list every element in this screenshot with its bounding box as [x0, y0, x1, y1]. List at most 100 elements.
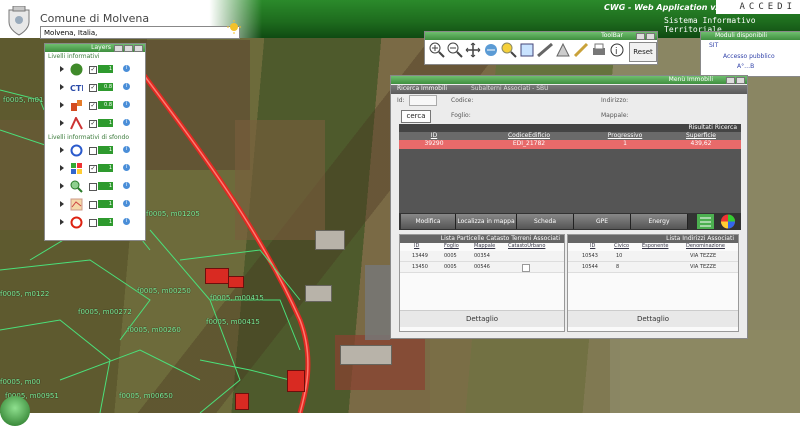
layer-checkbox[interactable]: ✓ [89, 165, 97, 173]
restore-icon[interactable] [124, 45, 133, 52]
globe-icon[interactable] [0, 396, 30, 426]
search-button[interactable]: cerca [401, 110, 431, 123]
col-superficie[interactable]: Superficie [661, 132, 741, 140]
col-id[interactable]: ID [399, 132, 469, 140]
expand-icon[interactable] [60, 66, 64, 72]
close-icon[interactable] [736, 77, 745, 84]
pencil-icon[interactable] [573, 42, 589, 58]
spreadsheet-icon[interactable] [695, 213, 717, 230]
col-mappale[interactable]: Mappale [474, 243, 495, 249]
opacity-value[interactable]: 1 [98, 200, 113, 208]
opacity-value[interactable]: 1 [98, 119, 113, 127]
login-button[interactable]: ACCEDI [716, 0, 800, 14]
layer-row[interactable]: 1i [45, 142, 145, 160]
tab-subalterni[interactable]: Subalterni Associati - SBU [471, 85, 549, 92]
col-catasto-urbano[interactable]: CatastoUrbano [508, 243, 545, 249]
minimize-icon[interactable] [726, 77, 735, 84]
col-foglio[interactable]: Foglio [444, 243, 459, 249]
layer-checkbox[interactable] [89, 147, 97, 155]
table-row[interactable]: 13449 0005 00354 [400, 251, 564, 262]
layer-checkbox[interactable]: ✓ [89, 102, 97, 110]
layer-row[interactable]: CTR ✓0.8 i [45, 79, 145, 97]
info-icon[interactable]: i [123, 218, 130, 225]
layers-group-background[interactable]: Livelli informativi di sfondo [45, 133, 145, 142]
tree-item-sub[interactable]: A°…B [737, 63, 754, 70]
expand-icon[interactable] [60, 183, 64, 189]
layer-row[interactable]: 1i [45, 196, 145, 214]
dettaglio-button[interactable]: Dettaglio [568, 310, 738, 327]
col-id[interactable]: ID [590, 243, 595, 249]
layer-row[interactable]: 1i [45, 214, 145, 232]
info-icon[interactable]: i [123, 200, 130, 207]
layer-checkbox[interactable] [89, 201, 97, 209]
tree-root-sit[interactable]: SIT [709, 42, 718, 49]
opacity-value[interactable]: 0.8 [98, 83, 113, 91]
pan-icon[interactable] [465, 42, 481, 58]
col-civico[interactable]: Civico [614, 243, 629, 249]
table-row[interactable]: 10543 10 VIA TEZZE [568, 251, 738, 262]
tree-item-accesso-pubblico[interactable]: Accesso pubblico [723, 53, 775, 60]
expand-icon[interactable] [60, 120, 64, 126]
opacity-value[interactable]: 1 [98, 218, 113, 226]
layer-row[interactable]: ✓ 1 i [45, 61, 145, 79]
info-icon[interactable]: i [123, 146, 130, 153]
print-icon[interactable] [591, 42, 607, 58]
select-icon[interactable] [519, 42, 535, 58]
col-id[interactable]: ID [414, 243, 419, 249]
opacity-value[interactable]: 0.8 [98, 101, 113, 109]
info-icon[interactable]: i [123, 101, 130, 108]
layer-checkbox[interactable]: ✓ [89, 120, 97, 128]
modifica-button[interactable]: Modifica [401, 214, 456, 229]
info-icon[interactable]: i [123, 164, 130, 171]
layer-row[interactable]: ✓ 1 i [45, 115, 145, 133]
help-icon[interactable]: i [609, 42, 625, 58]
info-icon[interactable]: i [123, 119, 130, 126]
full-extent-icon[interactable] [483, 42, 499, 58]
localizza-button[interactable]: Localizza in mappa [456, 214, 517, 229]
layer-checkbox[interactable]: ✓ [89, 66, 97, 74]
info-icon[interactable]: i [123, 83, 130, 90]
minimize-icon[interactable] [114, 45, 123, 52]
col-progressivo[interactable]: Progressivo [589, 132, 661, 140]
tab-ricerca-immobili[interactable]: Ricerca Immobili [397, 85, 447, 92]
expand-icon[interactable] [60, 201, 64, 207]
layer-checkbox[interactable]: ✓ [89, 84, 97, 92]
expand-icon[interactable] [60, 84, 64, 90]
layer-checkbox[interactable] [89, 219, 97, 227]
expand-icon[interactable] [60, 102, 64, 108]
opacity-value[interactable]: 1 [98, 182, 113, 190]
dettaglio-button[interactable]: Dettaglio [400, 310, 564, 327]
info-icon[interactable]: i [123, 182, 130, 189]
info-tool-icon[interactable] [501, 42, 517, 58]
table-row[interactable]: 39290 EDI_21782 1 439,62 [399, 140, 741, 149]
zoom-in-icon[interactable] [429, 42, 445, 58]
zoom-out-icon[interactable] [447, 42, 463, 58]
id-field[interactable] [409, 95, 437, 106]
measure-line-icon[interactable] [537, 42, 553, 58]
col-esponente[interactable]: Esponente [642, 243, 668, 249]
modules-title[interactable]: Moduli disponibili [701, 32, 800, 40]
color-wheel-icon[interactable] [719, 213, 737, 230]
immobili-title[interactable]: Menù Immobili [391, 76, 747, 84]
reset-button[interactable]: Reset [629, 42, 657, 62]
opacity-value[interactable]: 1 [98, 65, 113, 73]
info-icon[interactable]: i [123, 65, 130, 72]
close-icon[interactable] [134, 45, 143, 52]
gpe-button[interactable]: GPE [574, 214, 631, 229]
expand-icon[interactable] [60, 147, 64, 153]
measure-area-icon[interactable] [555, 42, 571, 58]
location-search-input[interactable] [40, 26, 240, 39]
minimize-icon[interactable] [636, 33, 645, 40]
expand-icon[interactable] [60, 219, 64, 225]
opacity-value[interactable]: 1 [98, 164, 113, 172]
table-row[interactable]: 13450 0005 00546 [400, 262, 564, 273]
layer-checkbox[interactable] [89, 183, 97, 191]
layer-row[interactable]: 1i [45, 178, 145, 196]
col-denominazione[interactable]: Denominazione [686, 243, 725, 249]
scheda-button[interactable]: Scheda [517, 214, 574, 229]
opacity-value[interactable]: 1 [98, 146, 113, 154]
toolbar-title[interactable]: ToolBar [425, 32, 657, 40]
close-icon[interactable] [646, 33, 655, 40]
catasto-checkbox[interactable] [522, 264, 530, 272]
layer-row[interactable]: ✓ 1 i [45, 160, 145, 178]
